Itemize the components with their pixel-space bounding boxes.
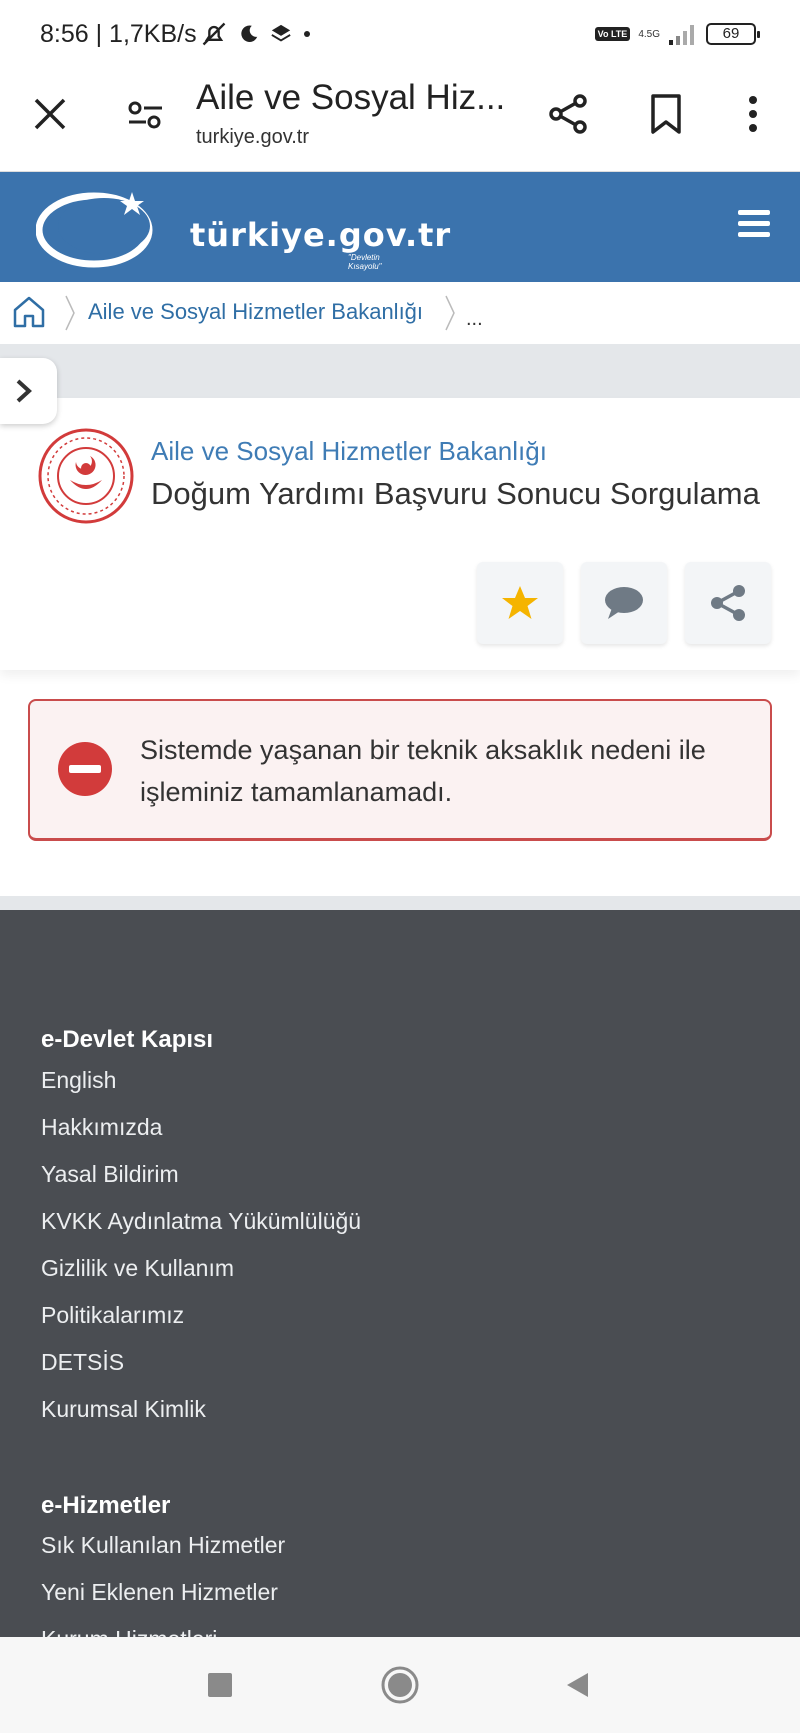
footer-link-privacy[interactable]: Gizlilik ve Kullanım [41, 1255, 234, 1282]
share-icon [711, 585, 745, 621]
error-minus-icon [58, 742, 112, 796]
network-type: 4.5G [638, 28, 660, 40]
footer-link-policies[interactable]: Politikalarımız [41, 1302, 184, 1329]
close-icon[interactable] [28, 92, 72, 136]
footer-link-new-services[interactable]: Yeni Eklenen Hizmetler [41, 1579, 278, 1606]
crescent-star-logo-icon [36, 192, 153, 268]
favorite-button[interactable] [477, 562, 563, 644]
logo-text: türkiye.gov.tr [190, 216, 452, 254]
gray-band [0, 344, 800, 398]
logo-tagline: "Devletin Kısayolu" [348, 253, 382, 271]
status-right: Vo LTE 4.5G 69 [594, 22, 760, 46]
footer-link-institution-services[interactable]: Kurum Hizmetleri [41, 1626, 217, 1637]
page-url[interactable]: turkiye.gov.tr [196, 126, 309, 149]
volte-badge: Vo LTE [594, 27, 631, 41]
browser-toolbar: Aile ve Sosyal Hiz... turkiye.gov.tr [0, 70, 800, 172]
footer-link-detsis[interactable]: DETSİS [41, 1349, 124, 1376]
error-message: Sistemde yaşanan bir teknik aksaklık ned… [140, 735, 706, 807]
home-nav-icon[interactable] [380, 1665, 420, 1705]
moon-icon [241, 25, 258, 42]
error-alert: Sistemde yaşanan bir teknik aksaklık ned… [28, 699, 772, 841]
comment-button[interactable] [581, 562, 667, 644]
footer-heading-ehizmetler: e-Hizmetler [41, 1492, 171, 1519]
breadcrumb-separator-icon [65, 295, 75, 331]
ministry-logo-icon [38, 428, 134, 524]
footer-link-legal[interactable]: Yasal Bildirim [41, 1161, 179, 1188]
footer-link-english[interactable]: English [41, 1067, 116, 1094]
home-icon[interactable] [12, 294, 46, 330]
footer-link-about[interactable]: Hakkımızda [41, 1114, 162, 1141]
status-bar: 8:56 | 1,7KB/s Vo LTE 4.5G 69 [0, 0, 800, 70]
share-icon[interactable] [546, 92, 590, 136]
comment-icon [605, 587, 643, 619]
page-title: Aile ve Sosyal Hiz... [196, 78, 506, 117]
breadcrumb: Aile ve Sosyal Hizmetler Bakanlığı ... [0, 282, 800, 344]
more-options-icon[interactable] [738, 92, 768, 136]
footer-link-corporate-identity[interactable]: Kurumsal Kimlik [41, 1396, 206, 1423]
ministry-name[interactable]: Aile ve Sosyal Hizmetler Bakanlığı [151, 436, 547, 467]
menu-hamburger-icon[interactable] [738, 210, 770, 240]
recents-icon[interactable] [208, 1673, 232, 1697]
bell-off-icon [202, 22, 226, 46]
breadcrumb-more[interactable]: ... [466, 308, 483, 331]
share-service-button[interactable] [685, 562, 771, 644]
star-icon [502, 586, 538, 619]
site-settings-icon[interactable] [126, 95, 166, 135]
dot-icon [304, 31, 310, 37]
breadcrumb-separator-icon [445, 295, 455, 331]
footer-separator [0, 896, 800, 910]
service-card: Aile ve Sosyal Hizmetler Bakanlığı Doğum… [0, 398, 800, 670]
layers-icon [271, 24, 291, 42]
footer-link-popular-services[interactable]: Sık Kullanılan Hizmetler [41, 1532, 285, 1559]
battery-icon: 69 [706, 23, 760, 45]
bookmark-icon[interactable] [648, 92, 684, 136]
footer-link-kvkk[interactable]: KVKK Aydınlatma Yükümlülüğü [41, 1208, 361, 1235]
service-title: Doğum Yardımı Başvuru Sonucu Sorgulama [151, 476, 760, 511]
back-icon[interactable] [564, 1671, 592, 1699]
signal-icon [669, 25, 694, 45]
breadcrumb-item-ministry[interactable]: Aile ve Sosyal Hizmetler Bakanlığı [88, 299, 423, 325]
footer-heading-edevlet: e-Devlet Kapısı [41, 1026, 214, 1053]
status-icons [200, 20, 312, 48]
site-header: türkiye.gov.tr "Devletin Kısayolu" [0, 172, 800, 282]
system-nav-bar [0, 1637, 800, 1733]
footer: e-Devlet Kapısı English Hakkımızda Yasal… [0, 910, 800, 1637]
chevron-right-icon [16, 379, 32, 403]
status-time: 8:56 | 1,7KB/s [40, 20, 197, 48]
side-menu-toggle[interactable] [0, 358, 57, 424]
turkiye-gov-logo[interactable]: türkiye.gov.tr "Devletin Kısayolu" [36, 182, 450, 272]
